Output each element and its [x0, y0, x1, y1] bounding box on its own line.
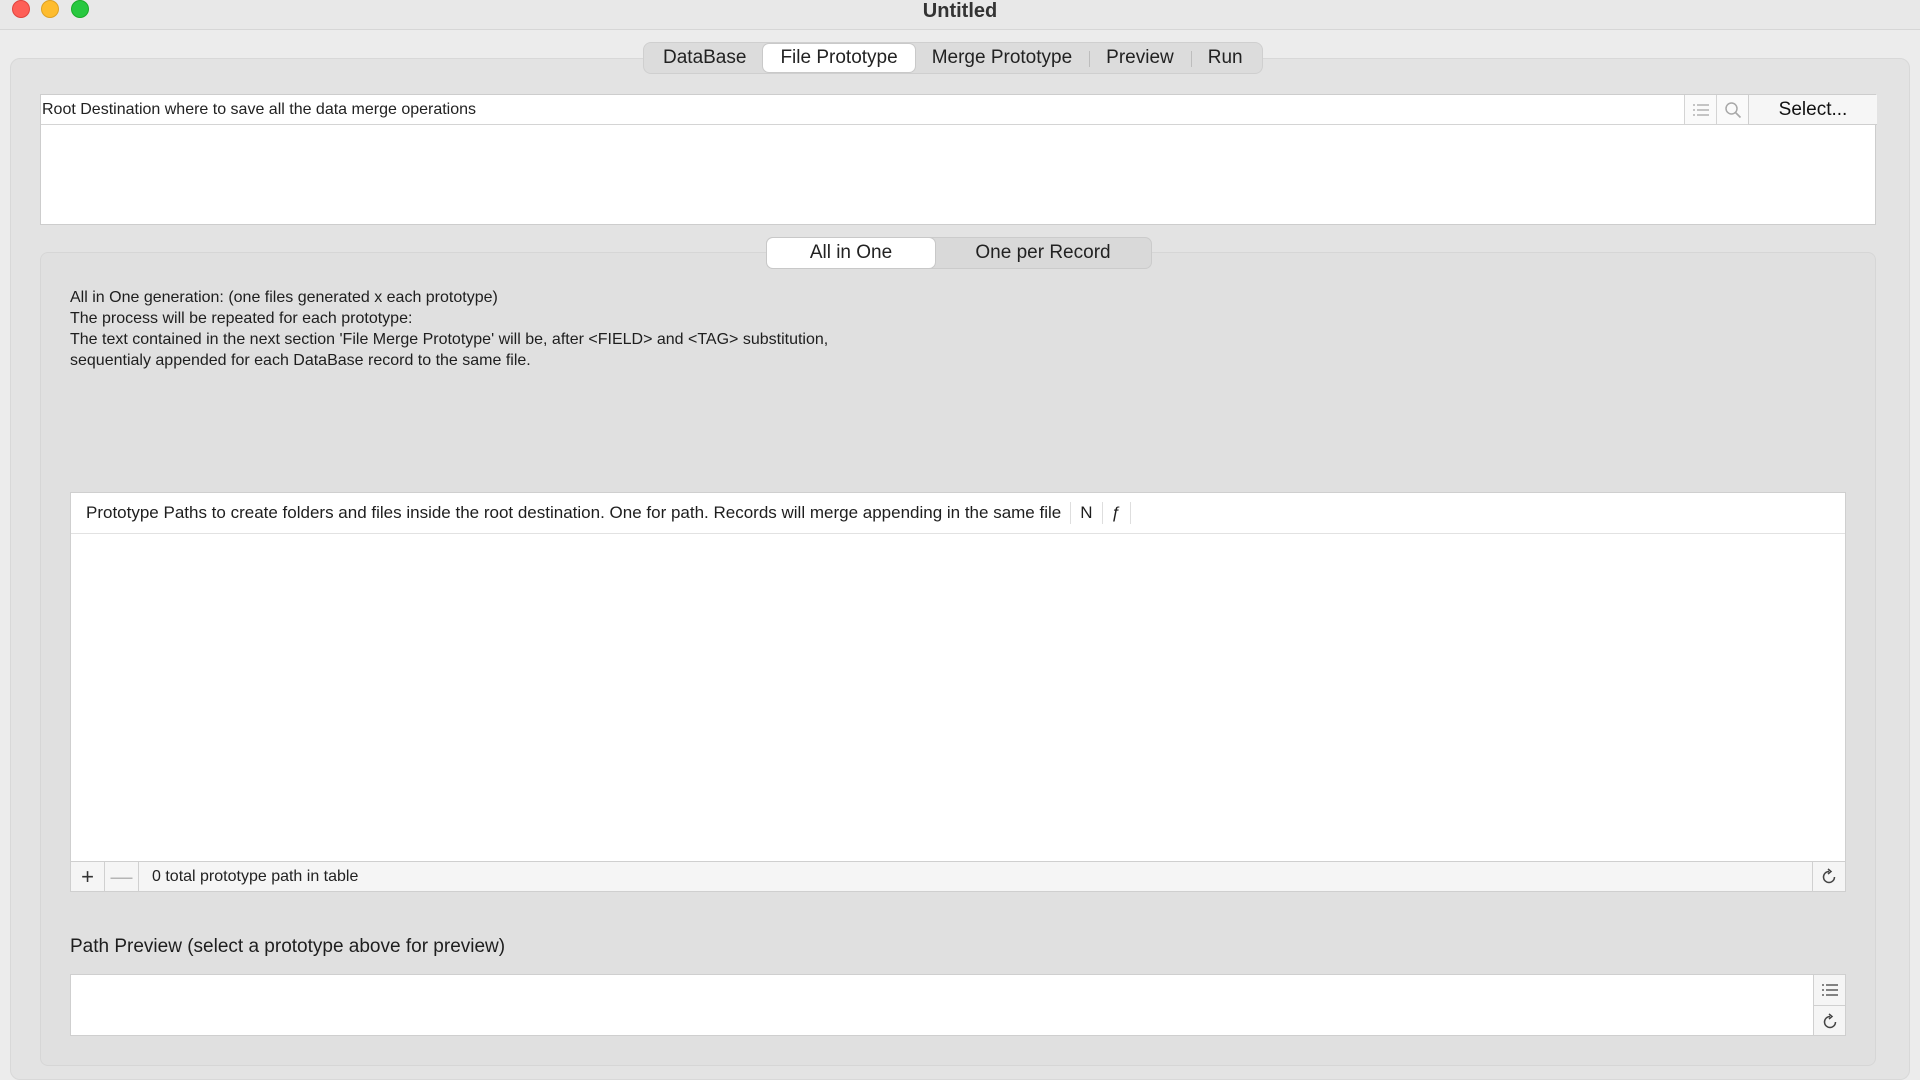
table-header: Prototype Paths to create folders and fi…: [71, 493, 1845, 534]
search-icon[interactable]: [1717, 95, 1749, 125]
title-bar: Untitled: [0, 0, 1920, 30]
path-preview-field[interactable]: [70, 974, 1846, 1036]
list-icon[interactable]: [1814, 975, 1845, 1006]
description-line: The text contained in the next section '…: [70, 331, 829, 348]
tab-preview[interactable]: Preview: [1089, 44, 1191, 72]
refresh-icon[interactable]: [1814, 1006, 1845, 1037]
description-line: sequentialy appended for each DataBase r…: [70, 352, 531, 369]
mode-segmented-control: All in One One per Record: [766, 237, 1152, 269]
select-destination-button[interactable]: Select...: [1748, 95, 1877, 125]
root-destination-box: Root Destination where to save all the d…: [40, 94, 1877, 225]
column-header-n[interactable]: N: [1071, 502, 1103, 524]
list-icon[interactable]: [1685, 95, 1717, 125]
remove-prototype-button[interactable]: —: [105, 861, 139, 892]
table-footer: + — 0 total prototype path in table: [71, 861, 1845, 892]
app-window: Untitled DataBase File Prototype Merge P…: [0, 0, 1920, 1080]
mode-all-in-one[interactable]: All in One: [767, 238, 935, 268]
add-prototype-button[interactable]: +: [71, 861, 105, 892]
path-preview-label: Path Preview (select a prototype above f…: [70, 936, 506, 957]
root-destination-field[interactable]: Root Destination where to save all the d…: [41, 95, 1685, 125]
prototype-paths-table[interactable]: Prototype Paths to create folders and fi…: [70, 492, 1846, 892]
mode-one-per-record[interactable]: One per Record: [935, 238, 1151, 268]
window-title: Untitled: [922, 0, 998, 22]
tab-run[interactable]: Run: [1190, 44, 1260, 72]
mode-description: All in One generation: (one files genera…: [70, 287, 1070, 371]
tab-database[interactable]: DataBase: [646, 44, 763, 72]
tab-file-prototype[interactable]: File Prototype: [763, 44, 915, 72]
prototype-count-label: 0 total prototype path in table: [152, 867, 359, 885]
description-line: The process will be repeated for each pr…: [70, 310, 413, 327]
column-header-prototype-paths[interactable]: Prototype Paths to create folders and fi…: [71, 502, 1072, 524]
refresh-icon[interactable]: [1812, 861, 1845, 892]
main-tab-bar: DataBase File Prototype Merge Prototype …: [643, 42, 1263, 74]
tab-merge-prototype[interactable]: Merge Prototype: [915, 44, 1089, 72]
column-header-function[interactable]: ƒ: [1103, 502, 1131, 524]
path-preview-controls: [1813, 975, 1845, 1035]
description-line: All in One generation: (one files genera…: [70, 289, 498, 306]
